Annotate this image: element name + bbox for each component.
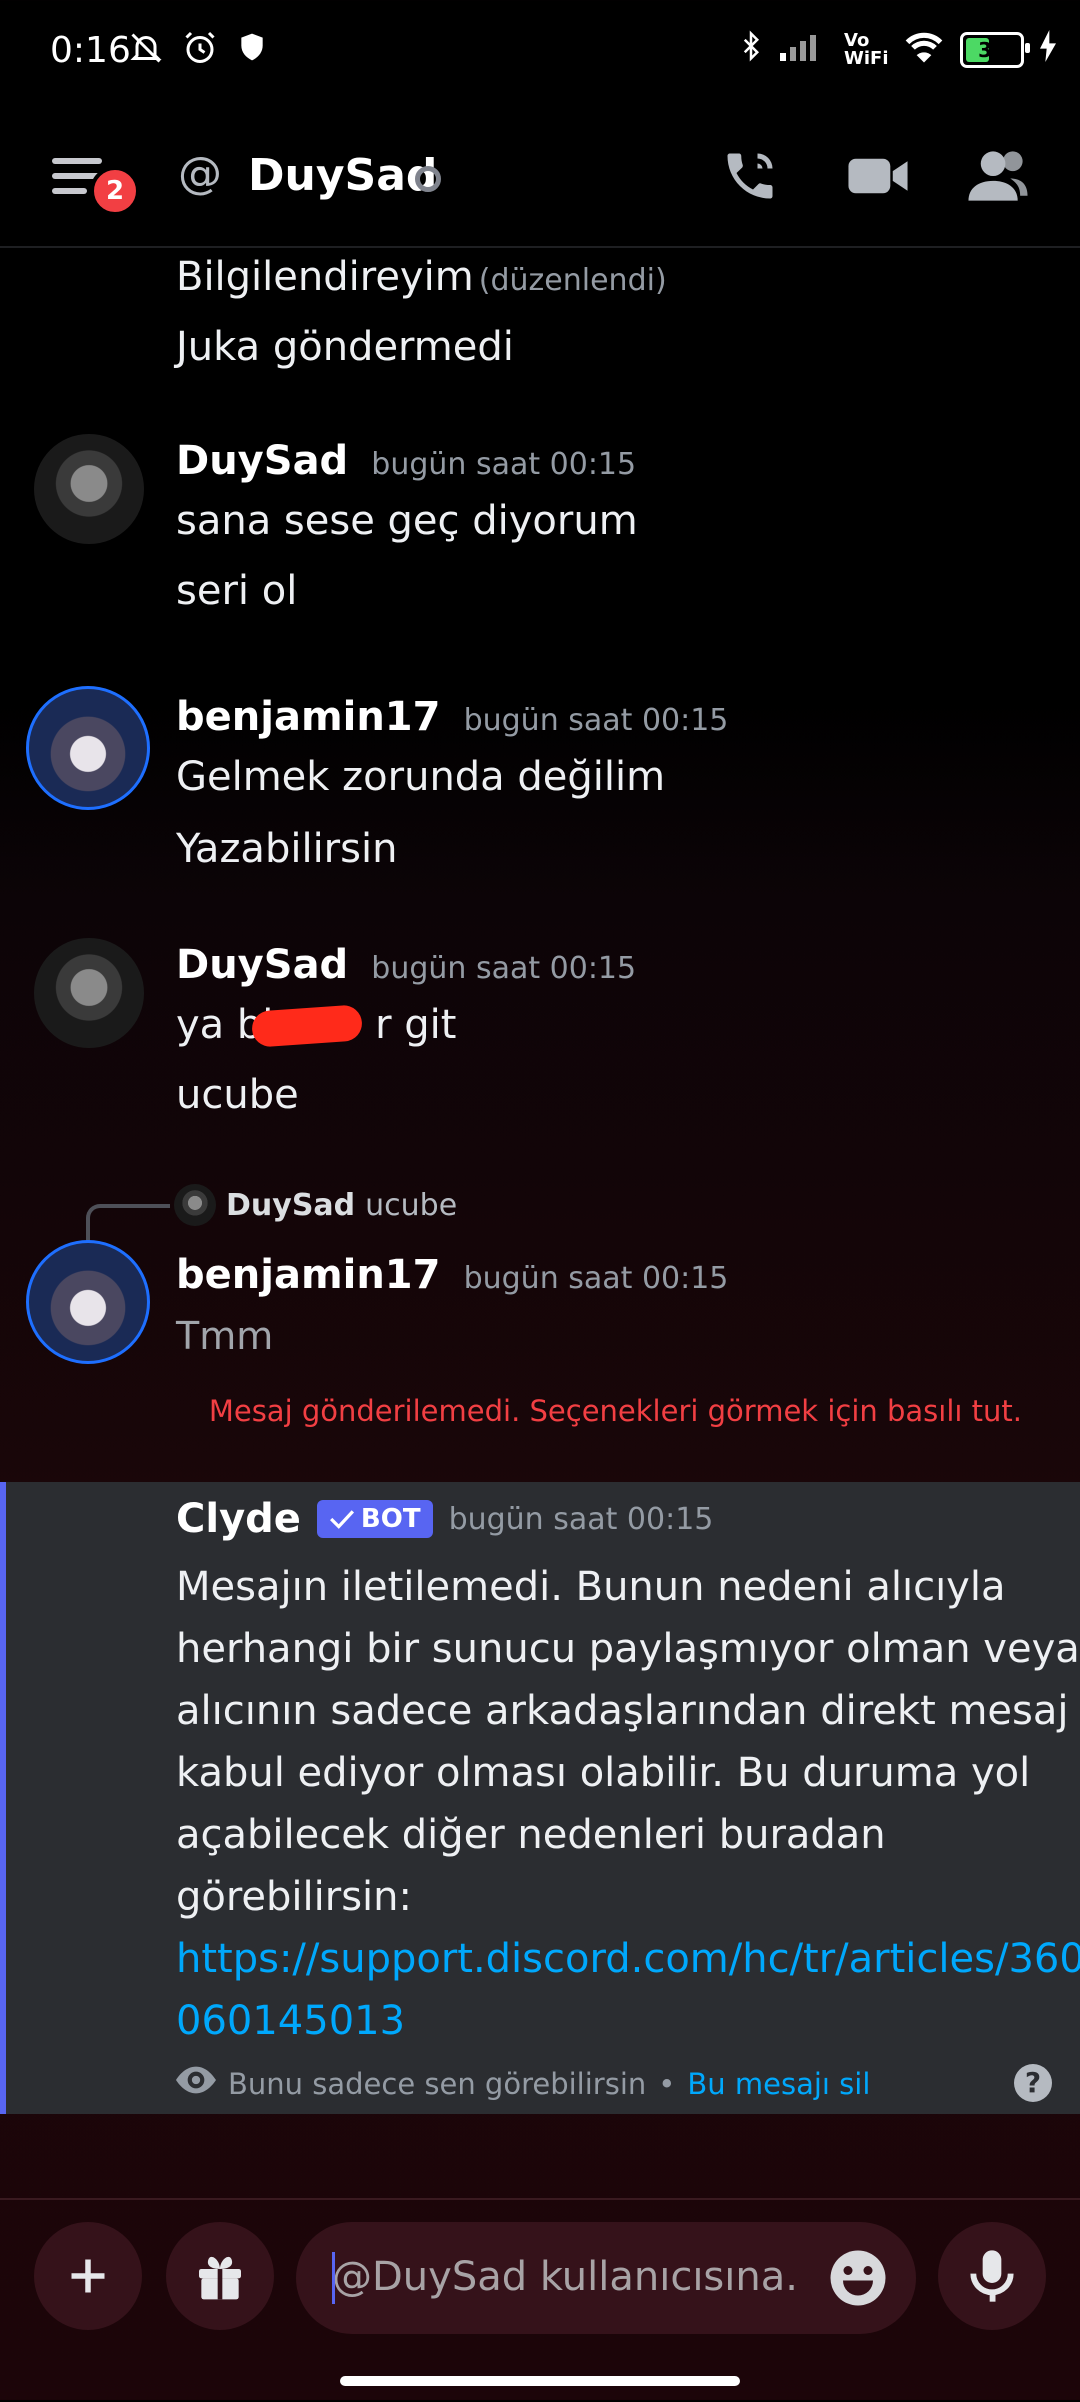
at-icon: @ <box>178 148 222 199</box>
shield-icon <box>236 30 268 74</box>
delete-message-link[interactable]: Bu mesajı sil <box>687 2067 870 2101</box>
signal-icon <box>780 31 830 69</box>
message-text[interactable]: seri ol <box>176 568 297 614</box>
message-text[interactable]: ucube <box>176 1072 299 1118</box>
reply-preview[interactable]: DuySad ucube <box>174 1184 457 1226</box>
separator: • <box>658 2066 676 2101</box>
support-link[interactable]: https://support.discord.com/hc/tr/articl… <box>176 1928 1080 2052</box>
avatar[interactable] <box>26 686 150 810</box>
alarm-icon <box>182 30 218 74</box>
message-text[interactable]: Gelmek zorunda değilim <box>176 754 665 800</box>
visibility-note: Bunu sadece sen görebilirsin <box>228 2066 647 2101</box>
help-icon[interactable]: ? <box>1014 2064 1052 2102</box>
home-indicator[interactable] <box>340 2376 740 2386</box>
avatar[interactable] <box>34 434 144 544</box>
composer-bar <box>0 2198 1080 2402</box>
reply-connector <box>86 1204 170 1242</box>
reply-text: ucube <box>365 1187 458 1223</box>
avatar[interactable] <box>26 1240 150 1364</box>
members-button[interactable] <box>966 146 1036 216</box>
message-header: benjamin17 bugün saat 00:15 <box>176 1252 728 1298</box>
timestamp: bugün saat 00:15 <box>463 1261 729 1296</box>
message-header: benjamin17 bugün saat 00:15 <box>176 694 728 740</box>
redaction-scribble <box>250 1004 364 1048</box>
voice-message-button[interactable] <box>938 2222 1046 2330</box>
wifi-icon <box>902 29 946 71</box>
add-attachment-button[interactable] <box>34 2222 142 2330</box>
username[interactable]: benjamin17 <box>176 694 440 740</box>
channel-title[interactable]: DuySad <box>248 150 437 201</box>
bluetooth-icon <box>736 28 766 72</box>
message-header: DuySad bugün saat 00:15 <box>176 942 636 988</box>
ephemeral-note: Bunu sadece sen görebilirsin • Bu mesajı… <box>176 2066 870 2101</box>
message-text[interactable]: Yazabilirsin <box>176 826 397 872</box>
username[interactable]: Clyde <box>176 1496 301 1542</box>
eye-icon <box>176 2066 216 2101</box>
chat-header: 2 @ DuySad <box>0 118 1080 248</box>
timestamp: bugün saat 00:15 <box>371 951 637 986</box>
offline-status-dot <box>415 166 441 192</box>
reply-username: DuySad <box>226 1187 356 1223</box>
status-left-icons <box>128 30 268 74</box>
status-time: 0:16 <box>50 30 131 71</box>
message-input-container[interactable] <box>296 2222 916 2334</box>
charging-icon <box>1038 30 1058 70</box>
message-input[interactable] <box>332 2244 802 2310</box>
timestamp: bugün saat 00:15 <box>371 447 637 482</box>
avatar[interactable] <box>34 938 144 1048</box>
message-continuation[interactable]: Bilgilendireyim (düzenlendi) <box>176 254 667 300</box>
battery-level: 39 <box>978 38 1006 62</box>
emoji-button[interactable] <box>828 2248 888 2312</box>
bot-badge-label: BOT <box>360 1504 421 1534</box>
bot-ephemeral-message[interactable]: Clyde BOT bugün saat 00:15 Mesajın ileti… <box>0 1482 1080 2114</box>
video-call-button[interactable] <box>846 146 916 216</box>
status-right-icons: Vo WiFi 39 <box>736 28 1058 72</box>
message-header: DuySad bugün saat 00:15 <box>176 438 636 484</box>
vowifi-label: Vo WiFi <box>844 30 889 69</box>
username[interactable]: DuySad <box>176 438 348 484</box>
username[interactable]: DuySad <box>176 942 348 988</box>
bot-message-text: Mesajın iletilemedi. Bunun nedeni alıcıy… <box>176 1564 1080 1920</box>
voice-call-button[interactable] <box>720 146 790 216</box>
gift-button[interactable] <box>166 2222 274 2330</box>
text-caret <box>332 2252 335 2304</box>
message-text: Bilgilendireyim <box>176 254 474 300</box>
send-failed-error[interactable]: Mesaj gönderilemedi. Seçenekleri görmek … <box>209 1394 1022 1428</box>
timestamp: bugün saat 00:15 <box>463 703 729 738</box>
notification-badge: 2 <box>90 166 140 216</box>
bell-muted-icon <box>128 30 164 74</box>
username[interactable]: benjamin17 <box>176 1252 440 1298</box>
failed-message-text[interactable]: Tmm <box>176 1314 273 1358</box>
bot-badge: BOT <box>316 1500 433 1538</box>
edited-label: (düzenlendi) <box>478 263 667 298</box>
reply-avatar <box>174 1184 216 1226</box>
battery-indicator: 39 <box>960 32 1030 68</box>
message-text[interactable]: Juka göndermedi <box>176 324 514 370</box>
message-text[interactable]: sana sese geç diyorum <box>176 498 638 544</box>
message-header: Clyde BOT bugün saat 00:15 <box>176 1496 713 1542</box>
timestamp: bugün saat 00:15 <box>448 1501 714 1537</box>
